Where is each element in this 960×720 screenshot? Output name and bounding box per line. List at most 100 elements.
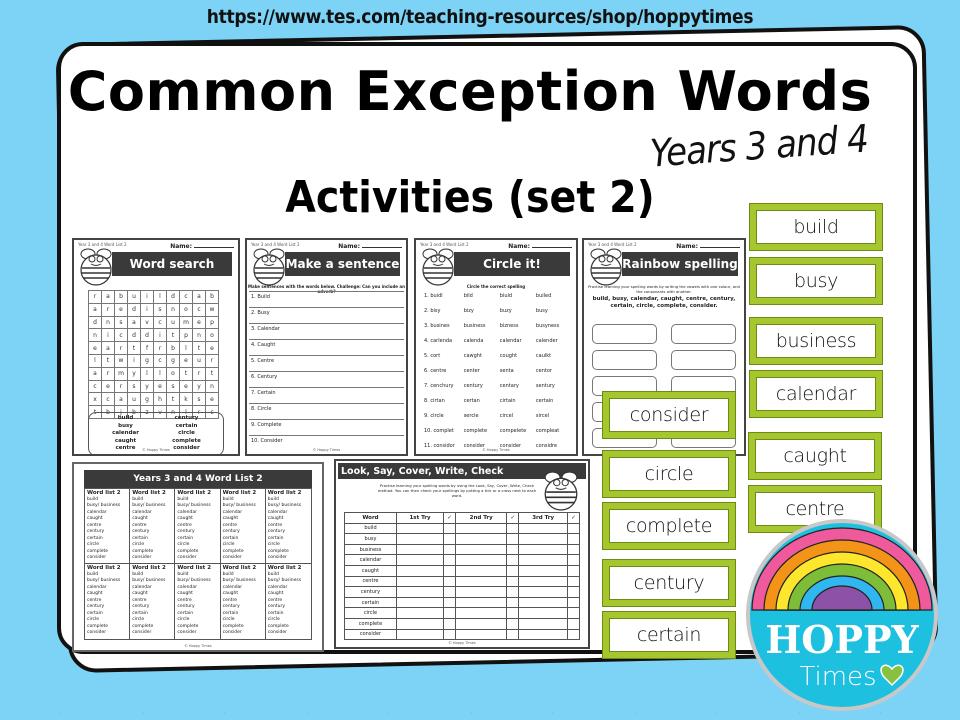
- column-header: Word: [344, 512, 397, 524]
- grid-letter: m: [114, 366, 128, 381]
- rainbow-icon: [751, 527, 933, 611]
- spelling-option: center: [463, 368, 480, 374]
- answer-cell: [518, 522, 568, 535]
- circle-it-rows: 1. buidl bild biuld builed 2. bisy bizy buzy bu…: [424, 293, 572, 454]
- word-search-word: complete: [172, 437, 201, 444]
- answer-cell: [518, 617, 568, 630]
- sheet-header-note: Year 3 and 4 Word List 2: [251, 242, 300, 247]
- circle-it-row: 8. cirtan certan cirtain certain: [424, 398, 572, 413]
- grid-letter: w: [114, 353, 128, 368]
- word-search-word: certain: [175, 422, 198, 429]
- spelling-option: calenda: [463, 338, 484, 344]
- spelling-option: busyness: [535, 323, 560, 329]
- word-list-word: consider: [222, 630, 242, 635]
- word-card: circle: [603, 451, 735, 497]
- circle-it-row: 1. buidl bild biuld builed: [424, 293, 572, 308]
- sheet-footer: © Hoppy Times: [312, 448, 341, 452]
- table-row: certain: [344, 596, 581, 609]
- column-header: 3rd Try: [518, 512, 568, 524]
- circle-it-row: 4. carlenda calenda calendar calender: [424, 338, 572, 353]
- spelling-option: business: [463, 323, 486, 329]
- answer-cell: [518, 543, 568, 556]
- grid-letter: a: [127, 315, 141, 330]
- word-cell: circle: [344, 607, 397, 619]
- grid-letter: r: [114, 379, 128, 394]
- spelling-option: 2. bisy: [424, 308, 441, 314]
- answer-cell: [518, 564, 568, 577]
- grid-letter: b: [166, 341, 180, 355]
- answer-cell: [518, 575, 568, 588]
- sentence-line: 1. Build: [249, 291, 404, 307]
- grid-letter: p: [179, 328, 193, 343]
- answer-cell: [395, 617, 445, 630]
- answer-cell: [518, 607, 568, 619]
- spelling-option: centary: [499, 383, 519, 389]
- grid-letter: n: [166, 302, 180, 317]
- lscwc-table: Word 1st Try ✓ 2nd Try ✓ 3rd Try ✓ build busy bu…: [344, 512, 581, 641]
- word-list-cell: Word list 2 build busy/ business calendar ca…: [220, 489, 266, 564]
- word-card: century: [603, 560, 735, 606]
- sheet-instruction: Practise learning your spelling words by…: [588, 284, 740, 294]
- grid-letter: l: [88, 353, 102, 368]
- word-cell: caught: [344, 564, 397, 577]
- grid-letter: a: [101, 341, 115, 355]
- grid-letter: u: [127, 290, 141, 304]
- spelling-option: cirtain: [499, 398, 516, 404]
- word-card: business: [750, 318, 882, 364]
- grid-letter: b: [114, 290, 128, 304]
- grid-letter: c: [88, 379, 102, 394]
- grid-letter: s: [114, 315, 128, 330]
- answer-cell: [455, 543, 508, 556]
- answer-cell: [566, 628, 581, 641]
- make-sentence-sheet: Year 3 and 4 Word List 2 Name: Make a se…: [245, 238, 408, 456]
- grid-row: armyllotrt: [88, 366, 219, 381]
- sentence-line: 5. Centre: [249, 355, 404, 371]
- spelling-option: 7. cenchury: [424, 383, 454, 389]
- answer-cell: [395, 575, 445, 588]
- answer-cell: [443, 522, 457, 535]
- grid-letter: w: [205, 302, 219, 317]
- circle-it-row: 3. busines business bizness busyness: [424, 323, 572, 338]
- sheet-footer: © Hoppy Times: [142, 448, 170, 452]
- grid-letter: f: [140, 341, 154, 355]
- name-field-label: Name:: [170, 243, 234, 250]
- word-list-cell: Word list 2 build busy/ business calendar ca…: [130, 489, 176, 564]
- grid-letter: l: [140, 366, 154, 381]
- word-cell: centre: [344, 575, 397, 588]
- word-list-cell: Word list 2 build busy/ business calendar ca…: [265, 489, 311, 564]
- grid-letter: o: [166, 366, 180, 381]
- sheet-footer: © Hoppy Times: [448, 641, 476, 645]
- spelling-option: calender: [535, 338, 558, 344]
- table-row: consider: [344, 628, 581, 641]
- word-card: consider: [603, 392, 735, 438]
- bee-icon: [590, 248, 622, 286]
- sentence-line: 6. Century: [249, 371, 404, 387]
- sheet-title: Years 3 and 4 Word List 2: [84, 470, 312, 488]
- word-list-cell: Word list 2 build busy/ business calendar ca…: [130, 564, 176, 639]
- sheet-footer: © Hoppy Times: [184, 644, 212, 648]
- table-row: busy: [344, 533, 581, 545]
- grid-letter: h: [153, 392, 167, 407]
- sentence-line: 3. Calendar: [249, 323, 404, 339]
- word-list-word: consider: [87, 555, 107, 560]
- spelling-option: sircel: [535, 413, 550, 419]
- answer-cell: [443, 607, 457, 619]
- answer-cell: [566, 533, 581, 545]
- grid-letter: n: [192, 328, 206, 343]
- sheet-header-note: Year 3 and 4 Word List 2: [78, 242, 127, 247]
- sheet-title: Circle it!: [454, 252, 570, 276]
- grid-letter: e: [205, 392, 219, 407]
- answer-cell: [443, 617, 457, 630]
- logo-hoppy-text: HOPPY: [765, 617, 919, 662]
- word-list-cell: Word list 2 build busy/ business calendar ca…: [221, 564, 266, 639]
- answer-box: [671, 324, 736, 344]
- grid-letter: u: [166, 315, 180, 330]
- spelling-option: 9. circle: [424, 413, 444, 419]
- grid-letter: e: [101, 379, 115, 394]
- word-card: certain: [603, 612, 735, 658]
- answer-cell: [506, 617, 520, 630]
- circle-it-row: 2. bisy bizy buzy busy: [424, 308, 572, 323]
- table-row: circle: [344, 607, 581, 619]
- grid-row: aredisnocw: [88, 302, 219, 317]
- spelling-option: compleat: [535, 428, 560, 434]
